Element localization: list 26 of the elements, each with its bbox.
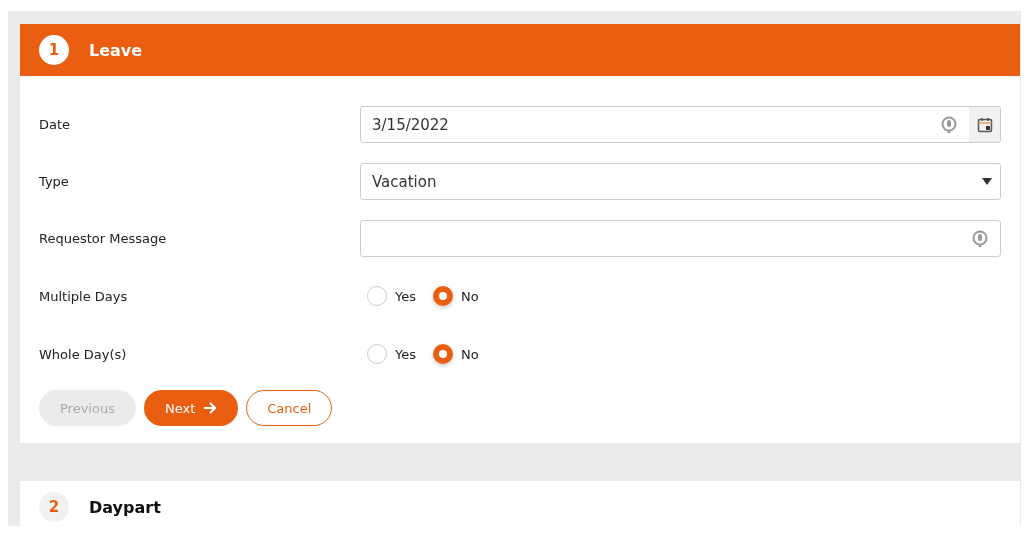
radio-label[interactable]: No — [461, 346, 479, 362]
microphone-icon — [972, 229, 988, 248]
date-field[interactable]: 3/15/2022 — [360, 106, 1001, 143]
step-title: Daypart — [89, 497, 161, 517]
radio-button[interactable] — [433, 344, 453, 364]
arrow-right-icon — [203, 402, 218, 414]
field-label: Multiple Days — [39, 288, 129, 304]
dropdown-arrow-icon — [982, 178, 992, 185]
radio-label[interactable]: Yes — [395, 346, 416, 362]
radio-label[interactable]: Yes — [395, 288, 416, 304]
microphone-icon — [941, 115, 957, 134]
calendar-icon — [976, 116, 993, 133]
step-number: 1 — [39, 35, 69, 65]
step-header[interactable]: 2 Daypart — [20, 481, 1020, 533]
step-title: Leave — [89, 40, 143, 60]
message-field[interactable] — [360, 220, 1001, 257]
radio-label[interactable]: No — [461, 288, 479, 304]
cancel-button[interactable]: Cancel — [246, 390, 333, 426]
type-dropdown[interactable]: Vacation — [360, 163, 1001, 200]
calendar-button[interactable] — [969, 107, 1000, 142]
field-label: Requestor Message — [39, 231, 168, 246]
field-label: Type — [39, 174, 70, 189]
field-label: Whole Day(s) — [39, 346, 128, 362]
field-label: Date — [39, 117, 72, 132]
step-number: 2 — [39, 492, 69, 522]
radio-button[interactable] — [433, 286, 453, 306]
